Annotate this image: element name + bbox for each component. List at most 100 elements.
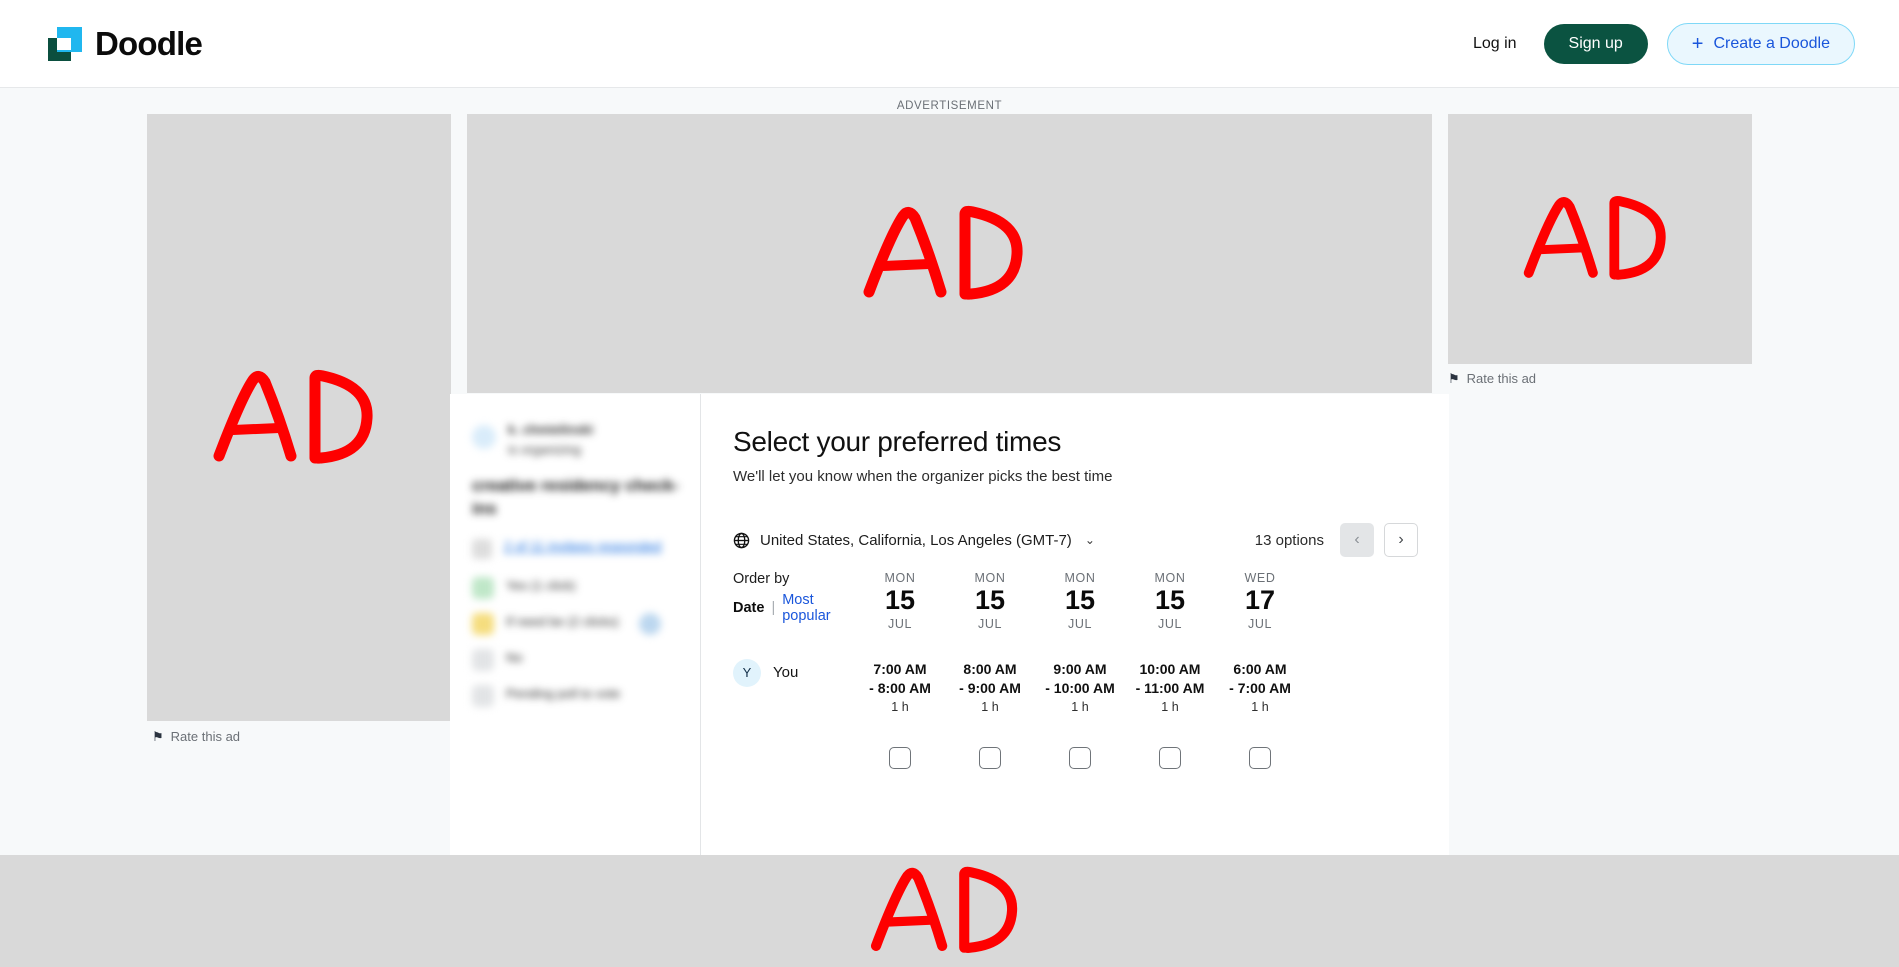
brand-name: Doodle (95, 24, 203, 62)
slot-end-time: - 8:00 AM (869, 680, 931, 697)
date-month: JUL (1247, 616, 1273, 631)
legend-label: Pending poll to vote (506, 685, 621, 701)
time-slot: 7:00 AM - 8:00 AM 1 h (855, 659, 945, 715)
responded-row[interactable]: 2 of 11 invitees responded (472, 537, 680, 559)
participant-cell: Y You (733, 658, 855, 687)
vote-checkbox-row (733, 747, 1433, 770)
date-weekday: WED (1244, 571, 1276, 585)
ad-right[interactable] (1448, 114, 1752, 364)
top-navigation-bar: Doodle Log in Sign up + Create a Doodle (0, 0, 1899, 88)
rate-this-ad-left[interactable]: ⚑ Rate this ad (152, 729, 240, 744)
slot-duration: 1 h (1251, 700, 1269, 715)
options-pager: 13 options ‹ › (1255, 523, 1418, 557)
time-slot: 6:00 AM - 7:00 AM 1 h (1215, 659, 1305, 715)
ad-left[interactable] (147, 114, 451, 721)
date-day: 15 (884, 585, 916, 615)
date-column-header: MON 15 JUL (1125, 571, 1215, 631)
grid-header-row: Order by Date | Most popular MON 15 JUL … (733, 571, 1433, 631)
slot-start-time: 6:00 AM (1233, 660, 1287, 677)
date-column-header: MON 15 JUL (1035, 571, 1125, 631)
legend-item: Pending poll to vote (472, 684, 680, 707)
login-button[interactable]: Log in (1465, 29, 1525, 59)
organizer-subtitle: is organizing (508, 442, 581, 457)
flag-icon: ⚑ (152, 729, 164, 744)
date-column-header: MON 15 JUL (855, 571, 945, 631)
slot-start-time: 8:00 AM (963, 660, 1017, 677)
slot-start-time: 9:00 AM (1053, 660, 1107, 677)
slot-duration: 1 h (891, 700, 909, 715)
date-month: JUL (1157, 616, 1183, 631)
previous-options-button[interactable]: ‹ (1340, 523, 1374, 557)
time-selection-panel: Select your preferred times We'll let yo… (701, 394, 1449, 855)
slot-end-time: - 9:00 AM (959, 680, 1021, 697)
doodle-logo-icon (48, 26, 82, 61)
time-slot: 9:00 AM - 10:00 AM 1 h (1035, 659, 1125, 715)
options-grid: Order by Date | Most popular MON 15 JUL … (733, 571, 1433, 770)
legend-label: Yes (1 click) (506, 577, 576, 593)
timezone-toolbar: United States, California, Los Angeles (… (733, 523, 1418, 557)
participant-row: Y You 7:00 AM - 8:00 AM 1 h 8:00 AM - 9:… (733, 658, 1433, 715)
vote-checkbox[interactable] (1159, 747, 1181, 770)
legend-label: If need be (2 clicks) (506, 613, 619, 629)
vote-checkbox[interactable] (889, 747, 911, 770)
date-weekday: MON (1154, 571, 1186, 585)
advertisement-label: ADVERTISEMENT (896, 100, 1003, 112)
page-title: Select your preferred times (733, 426, 1062, 457)
date-month: JUL (1067, 616, 1093, 631)
participant-name: You (773, 664, 799, 682)
ad-scribble-icon (1523, 196, 1666, 280)
checkbox-cell (1125, 747, 1215, 770)
organizer-name: k. chmielinski (508, 422, 594, 437)
legend-item: If need be (2 clicks) (472, 612, 680, 635)
ad-top-banner[interactable] (467, 114, 1432, 393)
create-a-doodle-label: Create a Doodle (1713, 34, 1830, 52)
date-weekday: MON (1064, 571, 1096, 585)
date-weekday: MON (884, 571, 916, 585)
date-month: JUL (887, 616, 913, 631)
pending-icon (472, 684, 494, 707)
ad-scribble-icon (870, 866, 1017, 953)
order-by-block: Order by Date | Most popular (733, 571, 855, 624)
ad-bottom-banner[interactable] (0, 855, 1899, 967)
order-by-separator: | (771, 600, 776, 616)
rate-this-ad-label: Rate this ad (170, 729, 241, 744)
vote-checkbox[interactable] (1069, 747, 1091, 770)
order-by-date-option[interactable]: Date (733, 600, 764, 616)
signup-button[interactable]: Sign up (1543, 23, 1648, 64)
organizer-avatar (472, 425, 496, 449)
poll-details-sidebar: k. chmielinski is organizing creative re… (450, 394, 700, 855)
order-by-most-popular-option[interactable]: Most popular (782, 592, 855, 624)
responded-count: 2 of 11 invitees responded (504, 538, 662, 554)
if-need-be-icon (472, 612, 494, 635)
ad-scribble-icon (213, 369, 373, 464)
date-weekday: MON (974, 571, 1006, 585)
timezone-selector[interactable]: United States, California, Los Angeles (… (733, 532, 1095, 549)
date-column-header: WED 17 JUL (1215, 571, 1305, 631)
next-options-button[interactable]: › (1384, 523, 1418, 557)
slot-duration: 1 h (1071, 700, 1089, 715)
vote-legend: Yes (1 click) If need be (2 clicks) No P… (472, 576, 680, 707)
date-day: 15 (1154, 585, 1186, 615)
vote-checkbox[interactable] (979, 747, 1001, 770)
checkbox-cell (1215, 747, 1305, 770)
rate-this-ad-right[interactable]: ⚑ Rate this ad (1448, 371, 1536, 386)
timezone-value: United States, California, Los Angeles (… (760, 531, 1072, 549)
date-column-header: MON 15 JUL (945, 571, 1035, 631)
check-icon (472, 576, 494, 599)
organizer-row: k. chmielinski is organizing (472, 422, 680, 457)
vote-checkbox[interactable] (1249, 747, 1271, 770)
poll-card: k. chmielinski is organizing creative re… (450, 394, 1449, 855)
date-day: 15 (974, 585, 1006, 615)
flag-icon: ⚑ (1448, 371, 1460, 386)
no-icon (472, 648, 494, 671)
doodle-logo[interactable]: Doodle (48, 24, 203, 63)
date-day: 15 (1064, 585, 1096, 615)
date-day: 17 (1244, 585, 1276, 615)
poll-title: creative residency check-ins (472, 476, 679, 518)
order-by-label: Order by (733, 571, 790, 587)
create-a-doodle-button[interactable]: + Create a Doodle (1666, 22, 1855, 65)
checkbox-cell (855, 747, 945, 770)
checkbox-cell (945, 747, 1035, 770)
checkbox-row-spacer (733, 747, 855, 769)
time-slot: 8:00 AM - 9:00 AM 1 h (945, 659, 1035, 715)
